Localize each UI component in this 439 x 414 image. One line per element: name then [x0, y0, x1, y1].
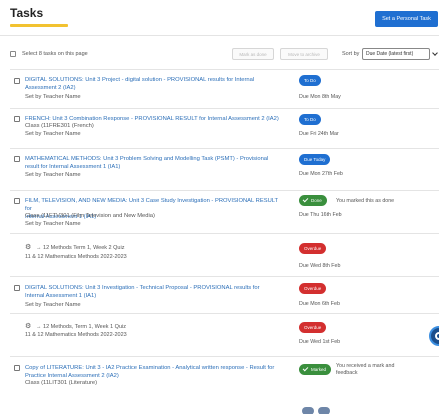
task-title[interactable]: DIGITAL SOLUTIONS: Unit 3 Project - digi…	[25, 76, 283, 92]
due-date: Due Wed 8th Feb	[299, 263, 341, 269]
sort-select[interactable]: Due Date (latest first)	[362, 48, 430, 60]
quiz-icon: ⚙	[25, 323, 32, 330]
task-title[interactable]: Copy of LITERATURE: Unit 3 - IA2 Practic…	[25, 364, 283, 380]
task-set-by: Set by Teacher Name	[25, 94, 81, 100]
mark-done-button[interactable]: Mark as done	[232, 48, 274, 60]
help-icon	[435, 332, 439, 340]
partial-badge	[318, 407, 330, 414]
row-divider	[10, 233, 439, 234]
task-class: Class (11FRE301 (French)	[25, 123, 94, 129]
task-checkbox[interactable]	[14, 198, 20, 204]
due-date: Due Mon 27th Feb	[299, 171, 343, 177]
due-date: Due Mon 8th May	[299, 94, 341, 100]
task-set-by: Set by Teacher Name	[25, 172, 81, 178]
row-divider	[10, 313, 439, 314]
row-divider	[10, 190, 439, 191]
task-class: Class (11LIT301 (Literature)	[25, 380, 98, 386]
select-all-checkbox[interactable]	[10, 51, 16, 57]
status-badge: Overdue	[299, 283, 327, 294]
page-header: Tasks Set a Personal Task	[0, 0, 439, 36]
archive-button[interactable]: Move to archive	[280, 48, 328, 60]
row-divider	[10, 148, 439, 149]
help-chat-button[interactable]	[429, 326, 439, 346]
status-badge: Due Today	[299, 154, 331, 165]
task-checkbox[interactable]	[14, 365, 20, 371]
select-all-label: Select 8 tasks on this page	[22, 51, 88, 57]
due-date: Due Wed 1st Feb	[299, 339, 341, 345]
page-title: Tasks	[10, 6, 44, 20]
status-badge: To Do	[299, 114, 321, 125]
row-divider	[10, 69, 439, 70]
task-checkbox[interactable]	[14, 156, 20, 162]
set-personal-task-button[interactable]: Set a Personal Task	[375, 11, 438, 27]
status-note: You marked this as done	[336, 198, 395, 204]
quiz-class: 11 & 12 Mathematics Methods 2022-2023	[25, 332, 127, 338]
checkmark-icon	[302, 365, 309, 372]
task-class: Class (11FTV301 (Film Television and New…	[25, 213, 155, 219]
task-set-by: Set by Teacher Name	[25, 221, 81, 227]
sort-label: Sort by	[342, 51, 360, 57]
row-divider	[10, 276, 439, 277]
task-checkbox[interactable]	[14, 116, 20, 122]
row-divider	[10, 356, 439, 357]
checkmark-icon	[302, 196, 309, 203]
task-title[interactable]: MATHEMATICAL METHODS: Unit 3 Problem Sol…	[25, 155, 283, 171]
row-divider	[10, 108, 439, 109]
status-badge: Done	[299, 195, 327, 206]
quiz-title[interactable]: → 12 Methods Term 1, Week 2 Quiz	[36, 245, 124, 251]
partial-badge	[302, 407, 314, 414]
task-set-by: Set by Teacher Name	[25, 131, 81, 137]
quiz-icon: ⚙	[25, 244, 32, 251]
quiz-title[interactable]: → 12 Methods, Term 1, Week 1 Quiz	[36, 324, 126, 330]
status-badge: Marked	[299, 364, 332, 375]
status-note: You received a mark and feedback	[336, 363, 395, 376]
quiz-class: 11 & 12 Mathematics Methods 2022-2023	[25, 254, 127, 260]
task-title[interactable]: DIGITAL SOLUTIONS: Unit 3 Investigation …	[25, 284, 283, 300]
status-badge: Overdue	[299, 243, 327, 254]
status-badge: Overdue	[299, 322, 327, 333]
task-title[interactable]: FRENCH: Unit 3 Combination Response - PR…	[25, 115, 283, 123]
task-checkbox[interactable]	[14, 78, 20, 84]
task-toolbar: Select 8 tasks on this page Mark as done…	[0, 44, 439, 64]
task-checkbox[interactable]	[14, 285, 20, 291]
due-date: Due Thu 16th Feb	[299, 212, 342, 218]
task-set-by: Set by Teacher Name	[25, 302, 81, 308]
status-badge: To Do	[299, 75, 321, 86]
title-underline	[10, 24, 68, 27]
due-date: Due Mon 6th Feb	[299, 301, 340, 307]
due-date: Due Fri 24th Mar	[299, 131, 339, 137]
chevron-down-icon[interactable]	[432, 50, 438, 56]
